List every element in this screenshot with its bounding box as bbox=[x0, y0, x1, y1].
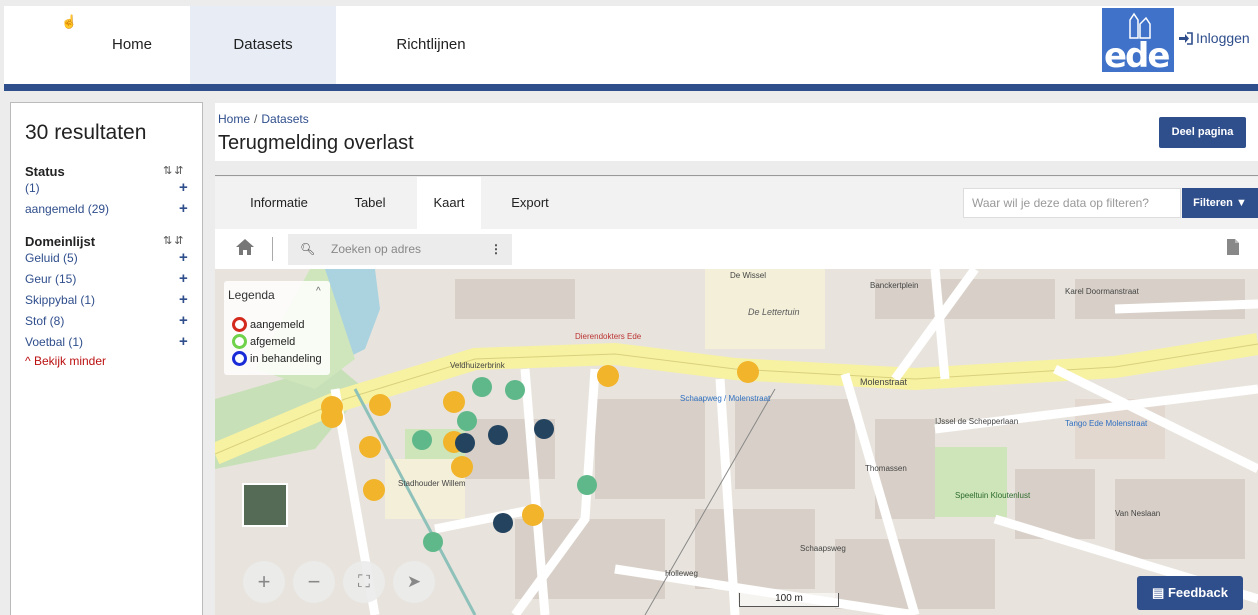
tab-informatie[interactable]: Informatie bbox=[235, 177, 323, 229]
fullscreen-icon[interactable]: ⛶ bbox=[343, 561, 385, 603]
map-legend: Legenda ^ aangemeld afgemeld in behandel… bbox=[224, 281, 330, 375]
status-sort-icons[interactable]: ⇅⇵ bbox=[163, 164, 185, 177]
domain-item-geluid[interactable]: Geluid (5) bbox=[25, 251, 78, 265]
search-icon: 🔍︎ bbox=[300, 242, 316, 256]
legend-label: aangemeld bbox=[250, 318, 305, 331]
sign-in-icon bbox=[1179, 31, 1193, 45]
show-less-link[interactable]: ^ Bekijk minder bbox=[25, 354, 106, 368]
filter-sidebar: 30 resultaten Status ⇅⇵ (1) + aangemeld … bbox=[10, 102, 203, 615]
feedback-button[interactable]: ▤ Feedback bbox=[1137, 576, 1243, 610]
filter-button[interactable]: Filteren ▼ bbox=[1182, 188, 1258, 218]
show-less-label: Bekijk minder bbox=[33, 354, 107, 368]
filter-input[interactable]: Waar wil je deze data op filteren? bbox=[963, 188, 1181, 218]
chevron-up-icon[interactable]: ^ bbox=[316, 286, 321, 297]
status-ring-icon bbox=[232, 334, 247, 349]
stof-marker[interactable] bbox=[472, 377, 492, 397]
locate-icon[interactable]: ➤ bbox=[393, 561, 435, 603]
ede-logo[interactable]: ede bbox=[1102, 8, 1174, 72]
legend-row-in-behandeling: in behandeling bbox=[232, 351, 322, 366]
plus-icon[interactable]: + bbox=[179, 291, 188, 308]
zoom-in-button[interactable]: + bbox=[243, 561, 285, 603]
stof-marker[interactable] bbox=[505, 380, 525, 400]
geur-marker[interactable] bbox=[451, 456, 473, 478]
top-navigation: ☝ Home Datasets Richtlijnen bbox=[4, 6, 1258, 84]
more-options-icon[interactable]: ⋮ bbox=[490, 234, 502, 265]
stof-marker[interactable] bbox=[423, 532, 443, 552]
plus-icon[interactable]: + bbox=[179, 179, 188, 196]
geur-marker[interactable] bbox=[737, 361, 759, 383]
header-divider bbox=[4, 84, 1258, 91]
geur-marker[interactable] bbox=[321, 406, 343, 428]
basemap-switcher[interactable] bbox=[242, 483, 288, 527]
logo-text: ede bbox=[1104, 36, 1170, 72]
divider bbox=[215, 175, 1258, 176]
geluid-marker[interactable] bbox=[455, 433, 475, 453]
page-title: Terugmelding overlast bbox=[218, 132, 414, 154]
login-label: Inloggen bbox=[1196, 30, 1250, 46]
stof-marker[interactable] bbox=[457, 411, 477, 431]
pdf-export-icon[interactable] bbox=[1226, 238, 1240, 256]
address-search-input[interactable]: 🔍︎ Zoeken op adres ⋮ bbox=[288, 234, 512, 265]
legend-label: afgemeld bbox=[250, 335, 296, 348]
home-icon[interactable] bbox=[235, 238, 255, 256]
geur-marker[interactable] bbox=[359, 436, 381, 458]
tab-export[interactable]: Export bbox=[495, 177, 565, 229]
domain-sort-icons[interactable]: ⇅⇵ bbox=[163, 234, 185, 247]
login-link[interactable]: Inloggen bbox=[1178, 30, 1250, 46]
geluid-marker[interactable] bbox=[488, 425, 508, 445]
domain-item-skippybal[interactable]: Skippybal (1) bbox=[25, 293, 95, 307]
plus-icon[interactable]: + bbox=[179, 249, 188, 266]
address-search-placeholder: Zoeken op adres bbox=[331, 242, 422, 256]
dataset-tabs: Informatie Tabel Kaart Export Waar wil j… bbox=[215, 177, 1258, 229]
legend-row-aangemeld: aangemeld bbox=[232, 317, 304, 332]
legend-row-afgemeld: afgemeld bbox=[232, 334, 295, 349]
status-ring-icon bbox=[232, 317, 247, 332]
feedback-label: Feedback bbox=[1167, 585, 1228, 600]
nav-datasets[interactable]: Datasets bbox=[190, 6, 336, 84]
scale-bar: 100 m bbox=[739, 593, 839, 607]
plus-icon[interactable]: + bbox=[179, 312, 188, 329]
zoom-out-button[interactable]: − bbox=[293, 561, 335, 603]
geur-marker[interactable] bbox=[597, 365, 619, 387]
tab-kaart[interactable]: Kaart bbox=[417, 177, 481, 229]
domain-item-stof[interactable]: Stof (8) bbox=[25, 314, 64, 328]
plus-icon[interactable]: + bbox=[179, 270, 188, 287]
legend-label: in behandeling bbox=[250, 352, 322, 365]
geur-marker[interactable] bbox=[363, 479, 385, 501]
nav-home[interactable]: Home bbox=[74, 6, 190, 84]
share-page-button[interactable]: Deel pagina bbox=[1159, 117, 1246, 148]
domain-facet-title: Domeinlijst bbox=[25, 234, 96, 249]
plus-icon[interactable]: + bbox=[179, 200, 188, 217]
geur-marker[interactable] bbox=[369, 394, 391, 416]
breadcrumb-separator: / bbox=[254, 112, 258, 126]
breadcrumb-home[interactable]: Home bbox=[218, 112, 250, 126]
plus-icon[interactable]: + bbox=[179, 333, 188, 350]
domain-item-voetbal[interactable]: Voetbal (1) bbox=[25, 335, 83, 349]
breadcrumb-datasets[interactable]: Datasets bbox=[261, 112, 308, 126]
map-toolbar: 🔍︎ Zoeken op adres ⋮ bbox=[215, 229, 1258, 269]
legend-title: Legenda bbox=[228, 288, 275, 302]
geur-marker[interactable] bbox=[522, 504, 544, 526]
status-item-empty[interactable]: (1) bbox=[25, 181, 40, 195]
stof-marker[interactable] bbox=[412, 430, 432, 450]
chevron-up-icon: ^ bbox=[25, 354, 31, 368]
status-facet-title: Status bbox=[25, 164, 65, 179]
page-header: Home / Datasets Terugmelding overlast Deel… bbox=[215, 103, 1258, 161]
stof-marker[interactable] bbox=[577, 475, 597, 495]
domain-item-geur[interactable]: Geur (15) bbox=[25, 272, 76, 286]
results-count: 30 resultaten bbox=[25, 121, 147, 144]
breadcrumb: Home / Datasets bbox=[218, 112, 309, 126]
status-ring-icon bbox=[232, 351, 247, 366]
geluid-marker[interactable] bbox=[493, 513, 513, 533]
geluid-marker[interactable] bbox=[534, 419, 554, 439]
comment-icon: ▤ bbox=[1152, 585, 1165, 600]
nav-richtlijnen[interactable]: Richtlijnen bbox=[358, 6, 504, 84]
status-item-aangemeld[interactable]: aangemeld (29) bbox=[25, 202, 109, 216]
filter-button-label: Filteren bbox=[1193, 197, 1233, 209]
toolbar-separator bbox=[272, 237, 273, 261]
geur-marker[interactable] bbox=[443, 391, 465, 413]
funnel-icon: ▼ bbox=[1235, 197, 1247, 209]
map-view[interactable]: Molenstraat Banckertplein De Lettertuin … bbox=[215, 269, 1258, 615]
tab-tabel[interactable]: Tabel bbox=[337, 177, 403, 229]
